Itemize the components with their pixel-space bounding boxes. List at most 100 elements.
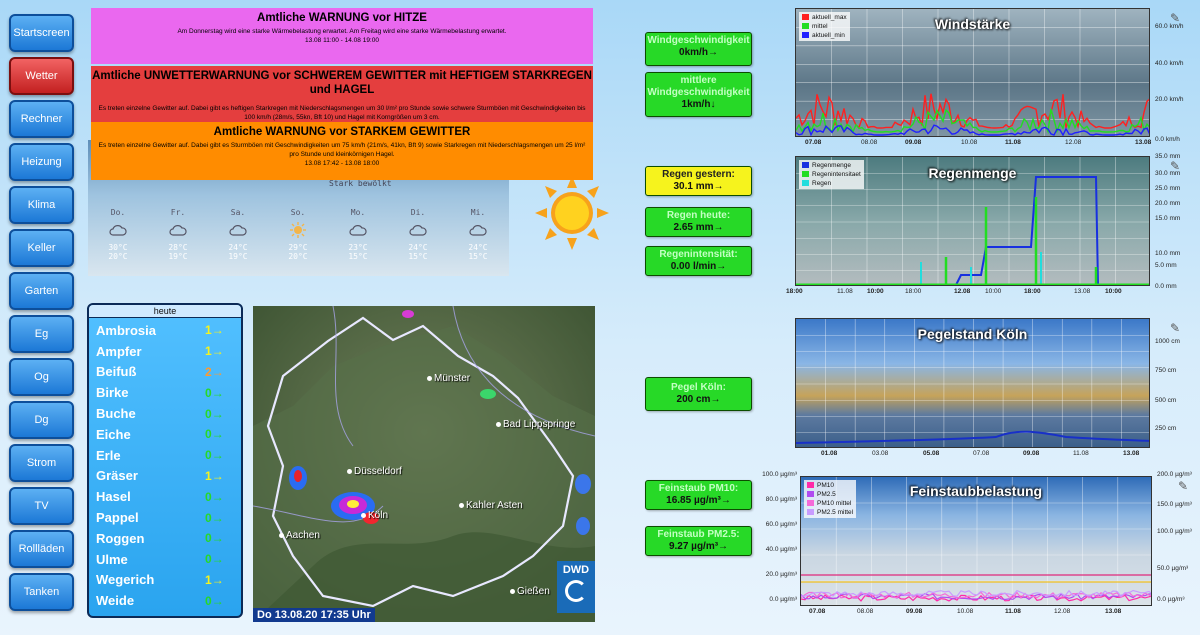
pollen-level: 0→ [205,407,229,421]
pollen-name: Weide [96,593,135,609]
forecast-low: 15°C [408,252,428,261]
nav-button-strom[interactable]: Strom [9,444,74,482]
y-tick-label: 60.0 µg/m³ [765,521,797,528]
nav-button-garten[interactable]: Garten [9,272,74,310]
pollen-name: Ampfer [96,343,142,359]
nav-button-rechner[interactable]: Rechner [9,100,74,138]
nav-button-wetter[interactable]: Wetter [9,57,74,95]
nav-button-rolll-den[interactable]: Rollläden [9,530,74,568]
nav-button-tv[interactable]: TV [9,487,74,525]
city-label: Gießen [510,586,550,597]
city-dot-icon [459,502,464,508]
pm10-box: Feinstaub PM10: 16.85 µg/m³→ [645,480,752,510]
x-tick-label: 09.08 [1023,450,1040,457]
x-tick-label: 01.08 [821,450,838,457]
y-tick-label: 50.0 µg/m³ [1157,565,1189,572]
trend-arrow-icon: → [211,531,224,546]
pollen-level-value: 0 [205,593,212,608]
x-tick-label: 18:00 [905,288,922,295]
legend-swatch [807,509,814,516]
trend-arrow-icon: → [211,364,224,379]
pollen-level: 0→ [205,594,229,608]
city-dot-icon [427,375,432,381]
nav-button-eg[interactable]: Eg [9,315,74,353]
y-tick-label: 40.0 km/h [1155,60,1184,67]
x-tick-label: 11.08 [1005,139,1021,146]
forecast-day: Sa. 24°C 19°C [220,208,256,261]
pegel-chart[interactable]: Pegelstand Köln [795,318,1150,448]
trend-arrow-icon: → [211,385,224,400]
pollen-level-value: 1 [205,468,212,483]
wind-chart[interactable]: Windstärke aktuell_max mittel aktuell_min [795,8,1150,137]
legend-entry[interactable]: Regenintensitaet [802,170,861,179]
pm25-label: Feinstaub PM2.5: [657,529,740,540]
radar-timestamp: Do 13.08.20 17:35 Uhr [253,608,375,622]
edit-rain-chart-icon[interactable]: ✎ [1170,159,1180,173]
nav-button-startscreen[interactable]: Startscreen [9,14,74,52]
legend-label: aktuell_min [812,32,845,39]
wind-speed-value: 0km/h→ [679,47,718,58]
y-tick-label: 25.0 mm [1155,185,1181,192]
forecast-day-name: Mi. [470,208,486,217]
legend-entry[interactable]: mittel [802,22,847,31]
pollen-name: Roggen [96,530,145,546]
y-tick-label: 1000 cm [1155,338,1180,345]
pegel-box: Pegel Köln: 200 cm→ [645,377,752,411]
forecast-high: 24°C [228,243,248,252]
pegel-label: Pegel Köln: [670,382,726,393]
dust-chart-legend: PM10 PM2.5 PM10 mittel PM2.5 mittel [804,480,857,518]
legend-entry[interactable]: PM2.5 [807,490,853,499]
legend-entry[interactable]: PM2.5 mittel [807,508,853,517]
nav-button-og[interactable]: Og [9,358,74,396]
x-tick-label: 10:00 [1105,288,1122,295]
pollen-row: Beifuß 2→ [89,362,241,383]
city-name: Kahler Asten [466,500,523,511]
pollen-level: 0→ [205,490,229,504]
dust-chart-yaxis-right: 200.0 µg/m³ 150.0 µg/m³ 100.0 µg/m³ 50.0 µg… [1153,470,1200,610]
nav-button-klima[interactable]: Klima [9,186,74,224]
warning-title: Amtliche UNWETTERWARNUNG vor SCHWEREM GE… [92,70,592,96]
legend-entry[interactable]: PM10 mittel [807,499,853,508]
nav-button-tanken[interactable]: Tanken [9,573,74,611]
radar-map[interactable]: Münster Bad Lippspringe Düsseldorf Köln Kahl… [253,306,595,622]
y-tick-label: 150.0 µg/m³ [1157,501,1192,508]
edit-dust-chart-icon[interactable]: ✎ [1178,479,1188,493]
rain-chart[interactable]: Regenmenge Regenmenge Regenintensitaet Reg… [795,156,1150,286]
warning-banner[interactable]: Amtliche WARNUNG vor HITZE Am Donnerstag … [91,8,593,64]
warning-banner[interactable]: Amtliche UNWETTERWARNUNG vor SCHWEREM GE… [91,66,593,123]
pollen-name: Ulme [96,551,128,567]
legend-entry[interactable]: aktuell_min [802,31,847,40]
city-label: Düsseldorf [347,466,402,477]
nav-button-dg[interactable]: Dg [9,401,74,439]
nav-button-keller[interactable]: Keller [9,229,74,267]
legend-entry[interactable]: aktuell_max [802,13,847,22]
edit-wind-chart-icon[interactable]: ✎ [1170,11,1180,25]
pollen-row: Weide 0→ [89,590,241,611]
warning-time: 13.08 11:00 - 14.08 19:00 [305,37,379,44]
pollen-row: Roggen 0→ [89,528,241,549]
pollen-level: 0→ [205,427,229,441]
forecast-high: 29°C [288,243,308,252]
x-tick-label: 12.08 [1054,608,1071,615]
pollen-name: Pappel [96,510,139,526]
y-tick-label: 20.0 km/h [1155,96,1184,103]
legend-entry[interactable]: Regen [802,179,861,188]
cloud-icon [160,217,196,243]
pollen-name: Buche [96,406,136,422]
legend-swatch [802,32,809,39]
pollen-level-value: 1 [205,344,212,359]
pollen-name: Wegerich [96,572,155,588]
pollen-level-value: 0 [205,552,212,567]
pollen-level: 1→ [205,344,229,358]
warning-banner[interactable]: Amtliche WARNUNG vor STARKEM GEWITTER Es … [91,122,593,180]
dust-chart[interactable]: Feinstaubbelastung PM10 PM2.5 PM10 mittel P… [800,476,1152,606]
pollen-name: Erle [96,447,121,463]
nav-button-heizung[interactable]: Heizung [9,143,74,181]
legend-entry[interactable]: PM10 [807,481,853,490]
legend-entry[interactable]: Regenmenge [802,161,861,170]
forecast-days: Do. 30°C 20°C Fr. 28°C 19°C Sa. 24°C 19°C So. 29°C… [88,208,509,274]
x-tick-label: 09.08 [905,139,922,146]
y-tick-label: 15.0 mm [1155,215,1181,222]
edit-pegel-chart-icon[interactable]: ✎ [1170,321,1180,335]
x-tick-label: 03.08 [872,450,889,457]
